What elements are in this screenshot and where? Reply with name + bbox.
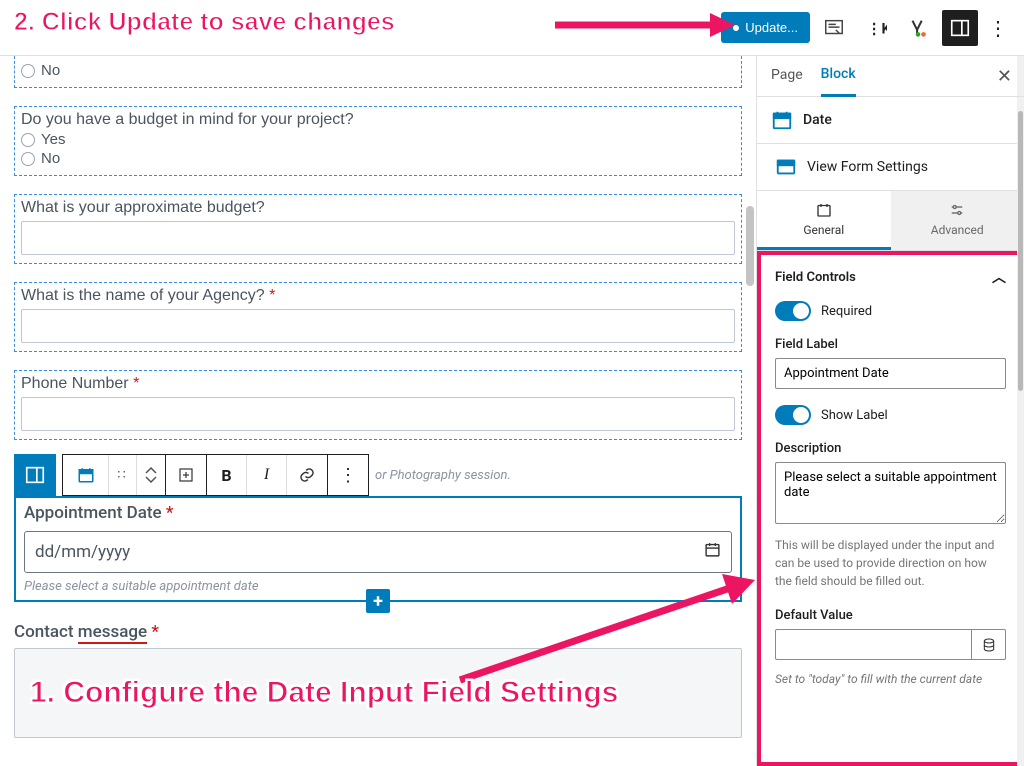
toolbar-group-3: B I (206, 454, 328, 496)
subtab-advanced[interactable]: Advanced (891, 191, 1024, 250)
form-field-prev-tail[interactable]: No (14, 56, 742, 88)
date-icon (771, 109, 793, 131)
field-label: Phone Number * (21, 375, 735, 393)
add-block-button[interactable]: + (366, 589, 390, 613)
subtab-general[interactable]: General (757, 191, 891, 250)
block-type-icon[interactable] (14, 454, 56, 496)
field-label-title: Field Label (775, 337, 1006, 352)
toggle-label: Required (821, 304, 872, 319)
italic-icon[interactable]: I (247, 455, 287, 495)
panel-section-header[interactable]: Field Controls ︿ (775, 267, 1006, 287)
block-more-icon[interactable]: ⋮ (328, 455, 368, 495)
view-form-label: View Form Settings (807, 159, 928, 175)
text-input[interactable] (21, 397, 735, 431)
update-button-label: Update... (745, 20, 798, 35)
text-input[interactable] (21, 309, 735, 343)
date-block-icon[interactable] (63, 455, 109, 495)
subtab-label: Advanced (931, 223, 984, 237)
advanced-icon (948, 201, 966, 219)
form-field-approx-budget[interactable]: What is your approximate budget? (14, 194, 742, 264)
form-field-contact-message[interactable]: Contact message * (14, 622, 742, 738)
panel-title: Field Controls (775, 270, 856, 285)
description-help: This will be displayed under the input a… (775, 536, 1006, 590)
settings-sidebar-toggle-icon[interactable] (942, 10, 978, 46)
drag-handle-icon[interactable]: ∷ (109, 455, 137, 495)
form-field-budget-question[interactable]: Do you have a budget in mind for your pr… (14, 106, 742, 176)
date-placeholder: dd/mm/yyyy (35, 542, 130, 562)
block-type-row[interactable]: Date (757, 97, 1024, 144)
show-label-toggle-row: Show Label (775, 405, 1006, 425)
form-field-phone[interactable]: Phone Number * (14, 370, 742, 440)
textarea-input[interactable] (14, 648, 742, 738)
add-block-icon[interactable] (166, 455, 206, 495)
sidebar-tabs: Page Block ✕ (757, 56, 1024, 97)
field-controls-panel: Field Controls ︿ Required Field Label Sh… (757, 251, 1024, 766)
general-icon (815, 201, 833, 219)
tab-page[interactable]: Page (771, 67, 803, 95)
plugin-k-icon[interactable]: ⋮K (858, 10, 894, 46)
required-toggle-row: Required (775, 301, 1006, 321)
description-input[interactable] (775, 462, 1006, 524)
calendar-icon[interactable] (704, 541, 721, 563)
tab-block[interactable]: Block (821, 66, 856, 97)
toolbar-group-1: ∷ (62, 454, 166, 496)
field-label: Appointment Date * (24, 503, 732, 523)
field-label: Contact message * (14, 622, 742, 642)
radio-label: No (41, 150, 60, 167)
block-toolbar: ∷ B I ⋮ or Photography (14, 454, 742, 496)
view-form-settings[interactable]: View Form Settings (757, 144, 1024, 191)
main-area: No Do you have a budget in mind for your… (0, 56, 1024, 766)
radio-option-no[interactable]: No (21, 150, 735, 167)
field-trailing-text: or Photography session. (375, 468, 511, 483)
form-icon (775, 156, 797, 178)
default-value-input[interactable] (775, 629, 972, 660)
preview-icon[interactable] (816, 10, 852, 46)
database-icon[interactable] (972, 629, 1006, 660)
chevron-up-icon[interactable]: ︿ (992, 267, 1006, 287)
editor-scrollbar[interactable] (744, 56, 756, 766)
field-label: What is your approximate budget? (21, 199, 735, 217)
editor-canvas: No Do you have a budget in mind for your… (0, 56, 756, 766)
subtab-label: General (803, 223, 844, 237)
bold-icon[interactable]: B (207, 455, 247, 495)
form-field-agency-name[interactable]: What is the name of your Agency? * (14, 282, 742, 352)
radio-label: No (41, 62, 60, 79)
default-value-title: Default Value (775, 608, 1006, 623)
update-button[interactable]: Update... (721, 12, 810, 43)
radio-option-yes[interactable]: Yes (21, 131, 735, 148)
text-input[interactable] (21, 221, 735, 255)
date-input[interactable]: dd/mm/yyyy (24, 531, 732, 573)
show-label-toggle[interactable] (775, 405, 811, 425)
radio-label: Yes (41, 131, 65, 148)
default-value-row (775, 629, 1006, 660)
radio-option[interactable]: No (21, 62, 735, 79)
field-label: Do you have a budget in mind for your pr… (21, 111, 735, 129)
required-toggle[interactable] (775, 301, 811, 321)
more-options-icon[interactable]: ⋮ (984, 10, 1012, 46)
block-type-label: Date (803, 112, 832, 128)
close-sidebar-icon[interactable]: ✕ (997, 66, 1012, 87)
default-value-help: Set to "today" to fill with the current … (775, 670, 1006, 688)
move-arrows[interactable] (137, 455, 165, 495)
toolbar-group-2 (165, 454, 207, 496)
field-label-input[interactable] (775, 358, 1006, 389)
svg-text:⋮K: ⋮K (867, 19, 887, 37)
description-title: Description (775, 441, 1006, 456)
settings-sidebar: Page Block ✕ Date View Form Settings Gen… (756, 56, 1024, 766)
toolbar-group-4: ⋮ (327, 454, 369, 496)
yoast-icon[interactable] (900, 10, 936, 46)
editor-topbar: Update... ⋮K ⋮ (0, 0, 1024, 56)
selected-date-block[interactable]: Appointment Date * dd/mm/yyyy Please sel… (14, 496, 742, 602)
toggle-label: Show Label (821, 408, 888, 423)
field-label: What is the name of your Agency? * (21, 287, 735, 305)
link-icon[interactable] (287, 455, 327, 495)
panel-sub-tabs: General Advanced (757, 191, 1024, 251)
sidebar-scrollbar[interactable] (1017, 56, 1024, 766)
